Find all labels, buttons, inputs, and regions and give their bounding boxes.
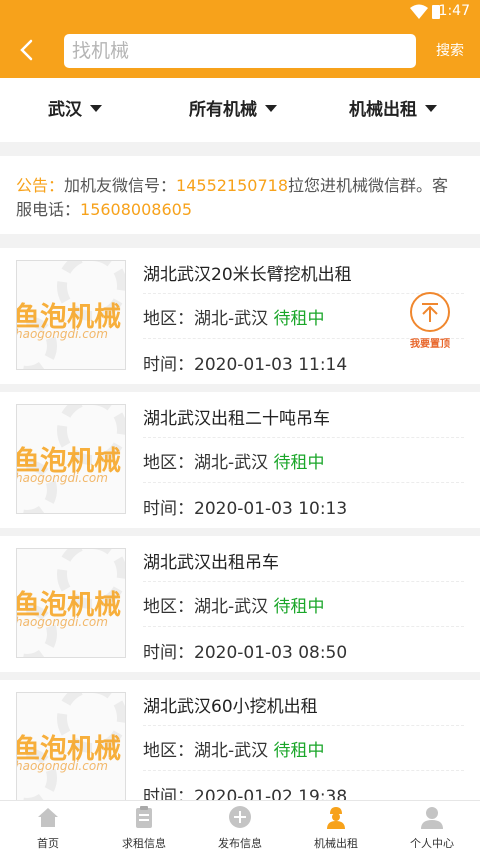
home-icon (38, 808, 58, 827)
time-label: 时间： (143, 355, 194, 375)
site-watermark: haogongdi.com (16, 327, 108, 341)
listing-title: 湖北武汉60小挖机出租 (143, 697, 318, 717)
listing-time: 时间：2020-01-03 10:13 (143, 494, 347, 519)
region-label: 地区： (143, 453, 194, 473)
wifi-icon (410, 4, 428, 19)
worker-icon (327, 807, 345, 829)
status-badge: 待租中 (273, 597, 325, 617)
arrow-up-icon (422, 303, 438, 322)
tab-profile[interactable]: 个人中心 (384, 801, 480, 854)
region-label: 地区： (143, 309, 194, 329)
region-label: 地区： (143, 597, 194, 617)
status-time: 1:47 (438, 3, 470, 19)
region-value: 湖北-武汉 (194, 453, 269, 473)
plus-circle-icon (229, 806, 251, 828)
divider (143, 482, 464, 483)
time-value: 2020-01-03 08:50 (194, 643, 348, 663)
filter-city-label: 武汉 (48, 100, 82, 120)
filter-machine-type-label: 所有机械 (189, 100, 257, 120)
announcement-wechat[interactable]: 14552150718 (176, 176, 288, 195)
caret-down-icon (265, 104, 277, 112)
filter-listing-type-label: 机械出租 (349, 100, 417, 120)
listing-title: 湖北武汉出租二十吨吊车 (143, 409, 330, 429)
filter-bar: 武汉 所有机械 机械出租 (0, 78, 480, 142)
filter-city[interactable]: 武汉 (48, 78, 102, 142)
pin-to-top-button[interactable]: 我要置顶 (404, 292, 456, 350)
time-value: 2020-01-03 10:13 (194, 499, 348, 519)
pin-circle (410, 292, 450, 332)
time-value: 2020-01-03 11:14 (194, 355, 348, 375)
listing-time: 时间：2020-01-03 11:14 (143, 350, 347, 375)
search-input[interactable]: 找机械 (64, 34, 416, 68)
divider (143, 581, 464, 582)
site-watermark: haogongdi.com (16, 615, 108, 629)
filter-machine-type[interactable]: 所有机械 (189, 78, 277, 142)
time-label: 时间： (143, 499, 194, 519)
tab-machine-rental[interactable]: 机械出租 (288, 801, 384, 854)
back-arrow-icon[interactable] (14, 36, 42, 64)
listing-title: 湖北武汉出租吊车 (143, 553, 279, 573)
listing-thumbnail: 鱼泡机械 haogongdi.com (16, 548, 126, 658)
announcement: 公告：加机友微信号：14552150718拉您进机械微信群。客服电话：15608… (0, 156, 480, 234)
listing-thumbnail: 鱼泡机械 haogongdi.com (16, 692, 126, 802)
site-watermark: haogongdi.com (16, 759, 108, 773)
list-item[interactable]: 鱼泡机械 haogongdi.com 湖北武汉出租二十吨吊车 地区：湖北-武汉 … (0, 392, 480, 528)
status-badge: 待租中 (273, 309, 325, 329)
bottom-tab-bar: 首页 求租信息 发布信息 机械出租 个人中心 (0, 800, 480, 854)
status-bar: 1:47 (0, 0, 480, 24)
list-item[interactable]: 鱼泡机械 haogongdi.com 湖北武汉60小挖机出租 地区：湖北-武汉 … (0, 680, 480, 816)
region-value: 湖北-武汉 (194, 741, 269, 761)
listing-region: 地区：湖北-武汉 待租中 (143, 448, 325, 473)
search-button[interactable]: 搜索 (436, 40, 464, 60)
announcement-phone[interactable]: 15608008605 (80, 200, 192, 219)
listing-thumbnail: 鱼泡机械 haogongdi.com (16, 404, 126, 514)
divider (143, 437, 464, 438)
region-label: 地区： (143, 741, 194, 761)
caret-down-icon (90, 104, 102, 112)
tab-publish-label: 发布信息 (218, 837, 262, 850)
listing-region: 地区：湖北-武汉 待租中 (143, 592, 325, 617)
listing-time: 时间：2020-01-03 08:50 (143, 638, 347, 663)
tab-rent-requests[interactable]: 求租信息 (96, 801, 192, 854)
status-badge: 待租中 (273, 741, 325, 761)
tab-rent-requests-label: 求租信息 (122, 837, 166, 850)
tab-publish[interactable]: 发布信息 (192, 801, 288, 854)
tab-machine-rental-label: 机械出租 (314, 837, 358, 850)
listing-region: 地区：湖北-武汉 待租中 (143, 304, 325, 329)
divider (143, 725, 464, 726)
announcement-text-1: 加机友微信号： (64, 176, 177, 195)
tab-profile-label: 个人中心 (410, 837, 454, 850)
time-label: 时间： (143, 643, 194, 663)
region-value: 湖北-武汉 (194, 597, 269, 617)
pin-label: 我要置顶 (410, 339, 450, 350)
tab-home-label: 首页 (37, 837, 59, 850)
person-icon (421, 807, 443, 829)
list-item[interactable]: 鱼泡机械 haogongdi.com 湖北武汉出租吊车 地区：湖北-武汉 待租中… (0, 536, 480, 672)
filter-listing-type[interactable]: 机械出租 (349, 78, 437, 142)
divider (143, 626, 464, 627)
top-bar: 找机械 搜索 (0, 24, 480, 78)
listing-title: 湖北武汉20米长臂挖机出租 (143, 265, 352, 285)
caret-down-icon (425, 104, 437, 112)
clipboard-icon (136, 806, 152, 828)
tab-home[interactable]: 首页 (0, 801, 96, 854)
divider (143, 770, 464, 771)
listing-thumbnail: 鱼泡机械 haogongdi.com (16, 260, 126, 370)
listing-region: 地区：湖北-武汉 待租中 (143, 736, 325, 761)
region-value: 湖北-武汉 (194, 309, 269, 329)
site-watermark: haogongdi.com (16, 471, 108, 485)
status-badge: 待租中 (273, 453, 325, 473)
announcement-prefix: 公告： (16, 176, 65, 195)
